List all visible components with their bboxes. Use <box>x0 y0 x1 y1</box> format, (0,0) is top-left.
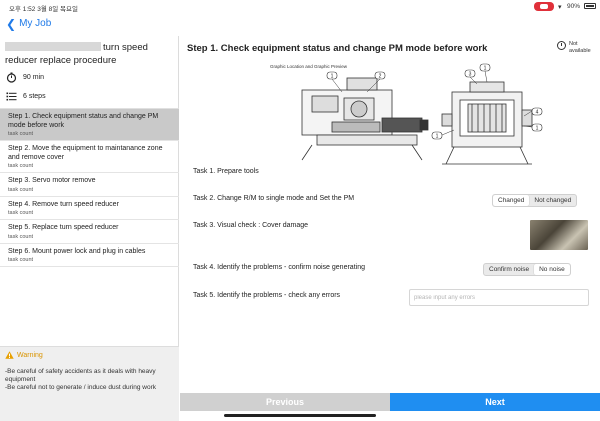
step-item-4[interactable]: Step 4. Remove turn speed reducer task c… <box>0 197 179 220</box>
task-5-label: Task 5. Identify the problems - check an… <box>193 292 341 299</box>
step-item-2[interactable]: Step 2. Move the equipment to maintananc… <box>0 141 179 173</box>
chevron-left-icon: ❮ <box>6 16 17 31</box>
redacted-text <box>5 42 101 51</box>
step-item-1[interactable]: Step 1. Check equipment status and chang… <box>0 109 179 141</box>
callout-1: 1 <box>536 126 539 132</box>
status-bar: 오후 1:52 3월 8일 목요일 ▾ 90% <box>0 0 600 14</box>
nav-bar: ❮ My Job <box>0 14 600 36</box>
step-title: Step 5. Replace turn speed reducer <box>8 224 119 231</box>
warning-title: Warning <box>17 351 43 359</box>
not-available-label: Not available <box>569 41 591 54</box>
step-task-count: task count <box>8 131 34 137</box>
machine-front-view <box>441 81 533 165</box>
battery-icon <box>584 3 596 9</box>
step-title: Step 4. Remove turn speed reducer <box>8 200 119 208</box>
step-item-3[interactable]: Step 3. Servo motor remove task count <box>0 173 179 197</box>
step-title: Step 2. Move the equipment to maintananc… <box>8 145 163 161</box>
task-4-label: Task 4. Identify the problems - confirm … <box>193 264 365 271</box>
cover-damage-photo[interactable] <box>530 220 588 250</box>
back-label: My Job <box>19 18 52 29</box>
step-task-count: task count <box>8 233 34 240</box>
procedure-title: turn speed reducer replace procedure <box>5 42 148 66</box>
machine-side-view <box>301 77 429 161</box>
task-1-label: Task 1. Prepare tools <box>193 168 259 175</box>
step-title: Step 3. Servo motor remove <box>8 177 96 184</box>
callout-1: 1 <box>484 66 487 72</box>
task-4-segmented-control: Confirm noise No noise <box>483 263 571 276</box>
stopwatch-icon <box>6 72 17 83</box>
duration-label: 90 min <box>23 74 45 81</box>
recording-indicator-icon <box>534 2 554 11</box>
step-title: Step 6. Mount power lock and plug in cab… <box>8 247 146 255</box>
steps-count-label: 6 steps <box>23 93 46 100</box>
main-content: Step 1. Check equipment status and chang… <box>180 36 600 421</box>
step-item-6[interactable]: Step 6. Mount power lock and plug in cab… <box>0 244 179 267</box>
callout-4: 4 <box>536 110 539 116</box>
step-title: Step 1. Check equipment status and chang… <box>8 113 159 129</box>
next-button[interactable]: Next <box>390 393 600 411</box>
changed-option[interactable]: Changed <box>493 195 530 206</box>
previous-button[interactable]: Previous <box>180 393 390 411</box>
list-icon <box>6 91 17 102</box>
warning-text: -Be careful of safety accidents as it de… <box>5 368 157 391</box>
back-button[interactable]: ❮ My Job <box>6 16 52 31</box>
confirm-noise-option[interactable]: Confirm noise <box>484 264 534 275</box>
steps-count: 6 steps <box>6 91 46 102</box>
not-changed-option[interactable]: Not changed <box>529 195 576 206</box>
not-available-toggle[interactable]: Not available <box>557 41 597 55</box>
clock-icon <box>557 41 566 50</box>
step-navigation: Previous Next <box>180 393 600 411</box>
page-title: Step 1. Check equipment status and chang… <box>187 43 488 54</box>
step-list: Step 1. Check equipment status and chang… <box>0 108 179 267</box>
warning-panel: Warning -Be careful of safety accidents … <box>0 346 179 421</box>
warning-icon <box>5 351 14 359</box>
step-task-count: task count <box>8 186 34 193</box>
callout-3: 3 <box>469 72 472 78</box>
step-task-count: task count <box>8 257 34 263</box>
callout-1: 1 <box>331 74 334 80</box>
home-indicator[interactable] <box>224 414 376 417</box>
task-2-label: Task 2. Change R/M to single mode and Se… <box>193 195 355 202</box>
no-noise-option[interactable]: No noise <box>534 264 570 275</box>
step-item-5[interactable]: Step 5. Replace turn speed reducer task … <box>0 220 179 244</box>
callout-2: 2 <box>379 74 382 80</box>
task-5-errors-input[interactable] <box>409 289 589 306</box>
callout-1: 1 <box>436 134 439 140</box>
wifi-icon: ▾ <box>558 4 562 11</box>
sidebar: turn speed reducer replace procedure 90 … <box>0 36 179 421</box>
task-2-segmented-control: Changed Not changed <box>492 194 578 207</box>
equipment-diagram: 1 2 3 1 4 1 1 <box>301 63 543 165</box>
status-time: 오후 1:52 3월 8일 목요일 <box>9 6 78 13</box>
step-task-count: task count <box>8 210 34 216</box>
step-task-count: task count <box>8 163 34 169</box>
duration: 90 min <box>6 72 44 83</box>
task-3-label: Task 3. Visual check : Cover damage <box>193 222 309 229</box>
battery-percent: 90% <box>567 3 581 10</box>
warning-header: Warning <box>5 351 43 359</box>
